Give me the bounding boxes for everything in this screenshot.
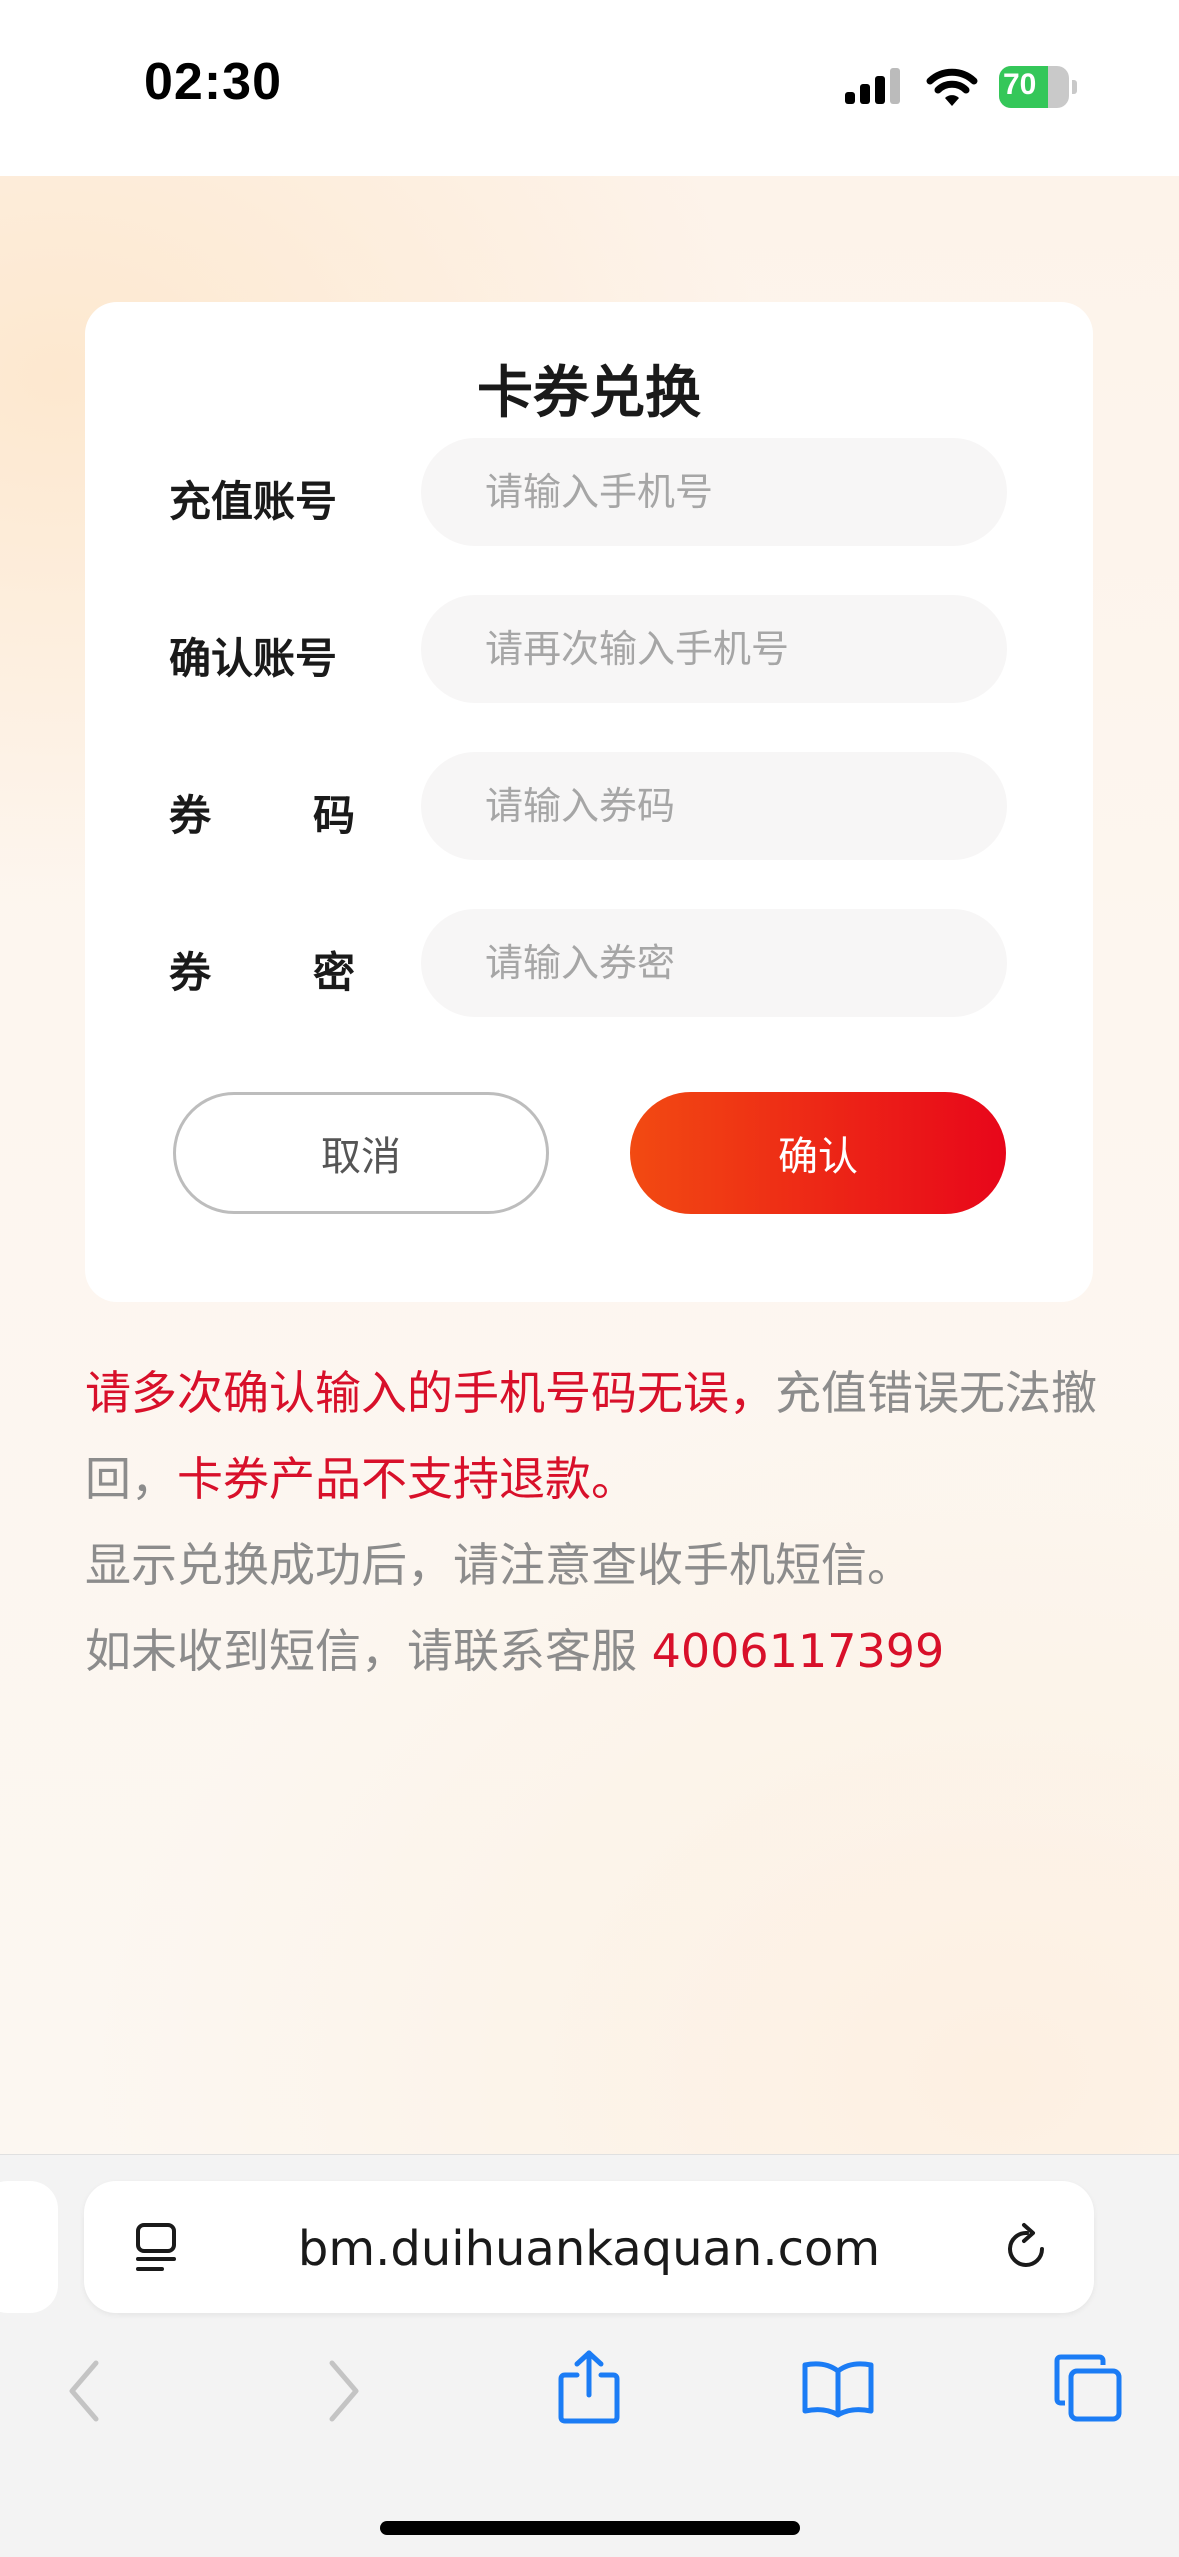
bookmarks-icon[interactable] bbox=[801, 2359, 875, 2419]
confirm-account-input[interactable] bbox=[421, 595, 1007, 703]
previous-tab-preview[interactable] bbox=[0, 2181, 58, 2313]
recharge-account-input[interactable] bbox=[421, 438, 1007, 546]
tabs-icon[interactable] bbox=[1053, 2353, 1123, 2423]
page-content: 卡券兑换 充值账号 确认账号 券码 券密 取消 确认 请多次确认输入的手机号码无… bbox=[0, 176, 1179, 2154]
notice-text: 请多次确认输入的手机号码无误，充值错误无法撤回，卡券产品不支持退款。 显示兑换成… bbox=[85, 1350, 1105, 1694]
redeem-card: 卡券兑换 充值账号 确认账号 券码 券密 取消 确认 bbox=[85, 302, 1093, 1302]
wifi-icon bbox=[926, 68, 978, 106]
cellular-signal-icon bbox=[845, 68, 900, 104]
support-phone-number[interactable]: 4006117399 bbox=[652, 1624, 945, 1678]
home-indicator[interactable] bbox=[380, 2521, 800, 2535]
status-time: 02:30 bbox=[144, 53, 282, 111]
coupon-code-input[interactable] bbox=[421, 752, 1007, 860]
forward-icon[interactable] bbox=[322, 2359, 362, 2423]
confirm-button[interactable]: 确认 bbox=[630, 1092, 1006, 1214]
coupon-code-row: 券码 bbox=[85, 752, 1093, 862]
notice-warning: 请多次确认输入的手机号码无误， bbox=[85, 1366, 775, 1420]
coupon-password-row: 券密 bbox=[85, 909, 1093, 1019]
confirm-account-label: 确认账号 bbox=[169, 634, 338, 683]
recharge-account-label: 充值账号 bbox=[169, 477, 338, 526]
back-icon[interactable] bbox=[66, 2359, 106, 2423]
notice-no-refund: 卡券产品不支持退款。 bbox=[177, 1452, 637, 1506]
url-text[interactable]: bm.duihuankaquan.com bbox=[84, 2221, 1094, 2277]
battery-indicator: 70 bbox=[999, 66, 1079, 108]
address-bar[interactable]: bm.duihuankaquan.com bbox=[84, 2181, 1094, 2313]
coupon-code-label: 券码 bbox=[169, 791, 355, 840]
browser-toolbar: bm.duihuankaquan.com bbox=[0, 2154, 1179, 2557]
status-bar: 02:30 70 bbox=[0, 0, 1179, 176]
cancel-button[interactable]: 取消 bbox=[173, 1092, 549, 1214]
page-title: 卡券兑换 bbox=[477, 361, 701, 426]
notice-contact: 如未收到短信，请联系客服 bbox=[85, 1624, 652, 1678]
recharge-account-row: 充值账号 bbox=[85, 438, 1093, 548]
coupon-password-input[interactable] bbox=[421, 909, 1007, 1017]
confirm-account-row: 确认账号 bbox=[85, 595, 1093, 705]
share-icon[interactable] bbox=[557, 2349, 621, 2425]
battery-level: 70 bbox=[1003, 68, 1037, 101]
coupon-password-label: 券密 bbox=[169, 948, 355, 997]
reload-icon[interactable] bbox=[1002, 2221, 1052, 2275]
notice-sms: 显示兑换成功后，请注意查收手机短信。 bbox=[85, 1538, 913, 1592]
